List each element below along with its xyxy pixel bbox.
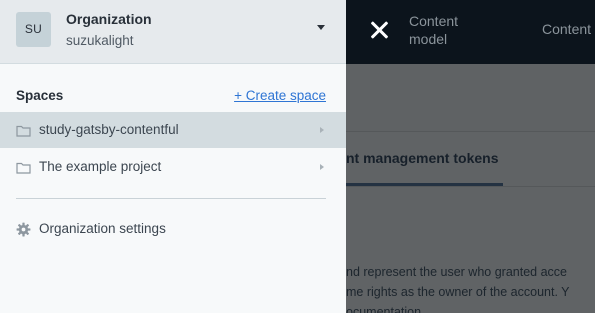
organization-menu: SU Organization suzukalight Spaces + Cre…: [0, 0, 346, 313]
divider: [16, 198, 326, 199]
create-space-link[interactable]: + Create space: [234, 88, 326, 103]
space-item-label: study-gatsby-contentful: [39, 122, 179, 137]
space-item-study-gatsby-contentful[interactable]: study-gatsby-contentful: [0, 112, 346, 148]
space-item-label: The example project: [39, 159, 162, 174]
paragraph-line: ocumentation.: [346, 305, 425, 313]
caret-down-icon[interactable]: [317, 25, 325, 30]
nav-content[interactable]: Content: [542, 20, 591, 38]
organization-title: Organization: [66, 11, 152, 27]
spaces-heading: Spaces: [16, 88, 64, 103]
paragraph-line: nd represent the user who granted acce: [346, 265, 567, 279]
page-header-area: [346, 64, 595, 131]
divider: [346, 131, 595, 132]
folder-icon: [16, 124, 31, 142]
organization-settings-item[interactable]: Organization settings: [0, 214, 346, 246]
chevron-right-icon: [320, 127, 324, 133]
tab-content-management-tokens[interactable]: nt management tokens: [346, 150, 498, 166]
gear-icon: [16, 222, 31, 242]
nav-content-model[interactable]: Content model: [409, 12, 479, 48]
avatar: SU: [16, 12, 51, 47]
paragraph-line: me rights as the owner of the account. Y: [346, 285, 570, 299]
close-icon[interactable]: [366, 17, 394, 45]
divider: [346, 186, 595, 187]
chevron-right-icon: [320, 164, 324, 170]
organization-name: suzukalight: [66, 33, 134, 48]
organization-switcher[interactable]: SU Organization suzukalight: [0, 0, 346, 64]
folder-icon: [16, 161, 31, 179]
organization-settings-label: Organization settings: [39, 221, 166, 236]
space-item-the-example-project[interactable]: The example project: [0, 149, 346, 185]
description-paragraph: nd represent the user who granted acce m…: [346, 262, 570, 313]
